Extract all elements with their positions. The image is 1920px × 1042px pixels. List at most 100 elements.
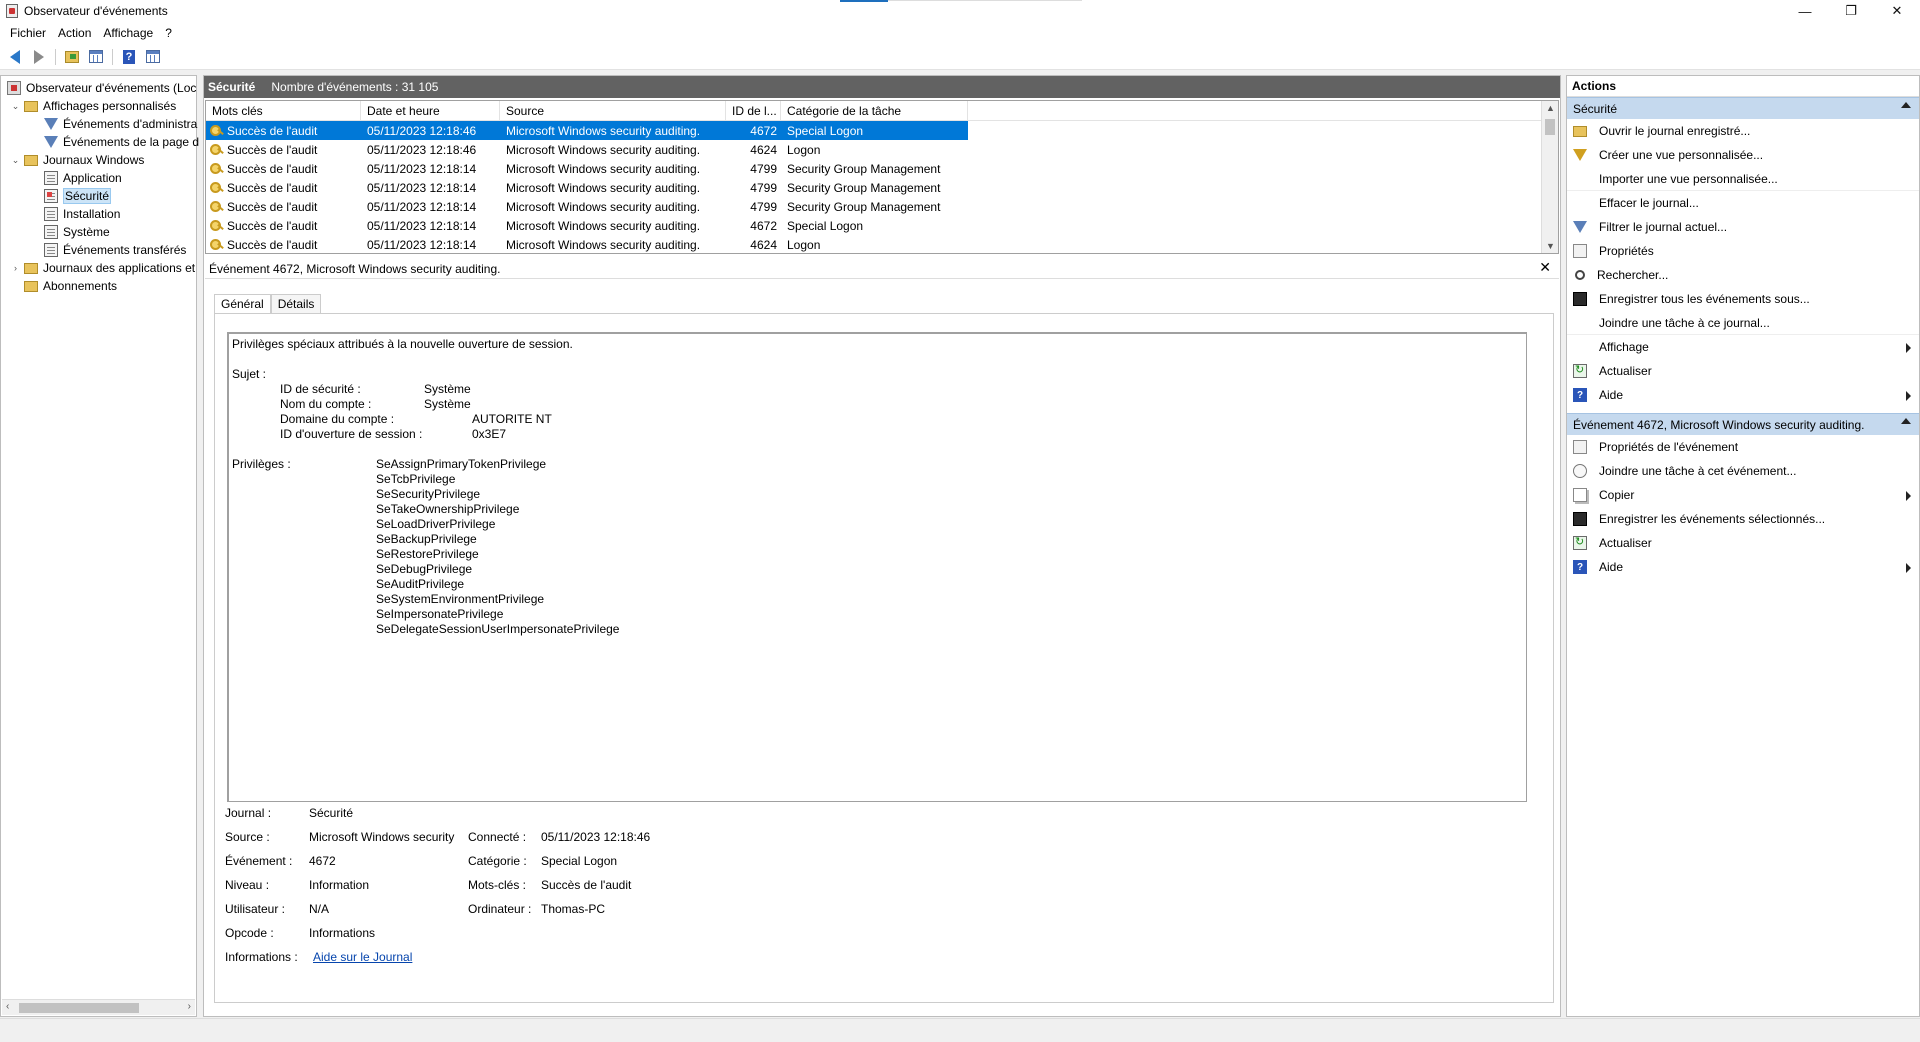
- action-actualiser[interactable]: Actualiser: [1567, 359, 1919, 383]
- cell-text: Succès de l'audit: [227, 142, 318, 157]
- scrollbar-thumb[interactable]: [1545, 119, 1555, 135]
- action-copier[interactable]: Copier: [1567, 483, 1919, 507]
- tree-item-root[interactable]: Observateur d'événements (Loc: [7, 79, 196, 97]
- collapse-icon[interactable]: [1901, 418, 1911, 424]
- tree-item-admin-events[interactable]: Événements d'administra: [44, 115, 197, 133]
- level-value[interactable]: Information: [309, 878, 369, 892]
- keywords-value[interactable]: Succès de l'audit: [541, 878, 631, 892]
- action-ouvrir-le-journal-enregistre[interactable]: Ouvrir le journal enregistré...: [1567, 119, 1919, 143]
- action-creer-une-vue-personnalisee[interactable]: Créer une vue personnalisée...: [1567, 143, 1919, 167]
- restore-button[interactable]: ❐: [1828, 0, 1874, 22]
- table-row[interactable]: Succès de l'audit 05/11/2023 12:18:14 Micr…: [206, 197, 1558, 216]
- tree-item-installation[interactable]: Installation: [44, 205, 120, 223]
- show-hide-tree-button[interactable]: [85, 47, 107, 67]
- action-actualiser[interactable]: Actualiser: [1567, 531, 1919, 555]
- tree-item-application[interactable]: Application: [44, 169, 122, 187]
- tree-item-page-events[interactable]: Événements de la page d: [44, 133, 199, 151]
- tab-general[interactable]: Général: [214, 294, 271, 314]
- tree-item-custom-views[interactable]: ⌄ Affichages personnalisés: [11, 97, 176, 115]
- column-task-category[interactable]: Catégorie de la tâche: [781, 101, 968, 120]
- minimize-button[interactable]: —: [1782, 0, 1828, 22]
- action-filtrer-le-journal-actuel[interactable]: Filtrer le journal actuel...: [1567, 215, 1919, 239]
- table-row[interactable]: Succès de l'audit 05/11/2023 12:18:14 Micr…: [206, 235, 1558, 253]
- cell-keywords: Succès de l'audit: [206, 238, 361, 252]
- table-row[interactable]: Succès de l'audit 05/11/2023 12:18:14 Micr…: [206, 216, 1558, 235]
- collapse-icon[interactable]: [1901, 102, 1911, 108]
- menu-fichier[interactable]: Fichier: [4, 26, 52, 40]
- chevron-down-icon[interactable]: ▼: [1546, 241, 1555, 251]
- forward-button[interactable]: [28, 47, 50, 67]
- tree-item-label: Observateur d'événements (Loc: [26, 81, 197, 95]
- action-proprietes[interactable]: Propriétés: [1567, 239, 1919, 263]
- show-hide-actions-button[interactable]: [142, 47, 164, 67]
- action-joindre-une-tache-a-ce-journal[interactable]: Joindre une tâche à ce journal...: [1567, 311, 1919, 335]
- action-enregistrer-tous-les-evenements-sous[interactable]: Enregistrer tous les événements sous...: [1567, 287, 1919, 311]
- close-button[interactable]: ✕: [1874, 0, 1920, 22]
- chevron-down-icon[interactable]: ⌄: [11, 155, 20, 165]
- up-folder-button[interactable]: [61, 47, 83, 67]
- action-joindre-une-tache-a-cet-evenement[interactable]: Joindre une tâche à cet événement...: [1567, 459, 1919, 483]
- chevron-left-icon[interactable]: ‹: [6, 1001, 9, 1012]
- event-message[interactable]: Privilèges spéciaux attribués à la nouve…: [227, 332, 1527, 802]
- action-enregistrer-les-evenements-selectionnes[interactable]: Enregistrer les événements sélectionnés.…: [1567, 507, 1919, 531]
- table-row[interactable]: Succès de l'audit 05/11/2023 12:18:46 Micr…: [206, 140, 1558, 159]
- action-aide[interactable]: ? Aide: [1567, 555, 1919, 579]
- back-button[interactable]: [4, 47, 26, 67]
- cell-task-category: Security Group Management: [787, 199, 941, 214]
- audit-success-key-icon: [210, 181, 224, 194]
- column-event-id[interactable]: ID de l...: [726, 101, 781, 120]
- tree-horizontal-scrollbar[interactable]: ‹ ›: [2, 999, 195, 1015]
- journal-value[interactable]: Sécurité: [309, 806, 353, 820]
- menu-action[interactable]: Action: [52, 26, 97, 40]
- user-value[interactable]: N/A: [309, 902, 329, 916]
- scrollbar-thumb[interactable]: [19, 1003, 139, 1013]
- action-rechercher[interactable]: Rechercher...: [1567, 263, 1919, 287]
- action-proprietes-de-l-evenement[interactable]: Propriétés de l'événement: [1567, 435, 1919, 459]
- chevron-up-icon[interactable]: ▲: [1546, 103, 1555, 113]
- table-row[interactable]: Succès de l'audit 05/11/2023 12:18:14 Micr…: [206, 159, 1558, 178]
- tree-item-windows-logs[interactable]: ⌄ Journaux Windows: [11, 151, 145, 169]
- source-value[interactable]: Microsoft Windows security: [309, 830, 454, 844]
- cell-event-id: 4624: [750, 142, 777, 157]
- action-label: Rechercher...: [1597, 268, 1669, 282]
- actions-section-event[interactable]: Événement 4672, Microsoft Windows securi…: [1567, 413, 1919, 435]
- connected-value[interactable]: 05/11/2023 12:18:46: [541, 830, 650, 844]
- table-row[interactable]: Succès de l'audit 05/11/2023 12:18:46 Micr…: [206, 121, 968, 140]
- action-affichage[interactable]: Affichage: [1567, 335, 1919, 359]
- menu-help[interactable]: ?: [159, 26, 178, 40]
- help-button[interactable]: ?: [118, 47, 140, 67]
- chevron-down-icon[interactable]: ⌄: [11, 101, 20, 111]
- tab-details[interactable]: Détails: [270, 294, 322, 314]
- close-detail-icon[interactable]: ✕: [1539, 259, 1551, 276]
- action-effacer-le-journal[interactable]: Effacer le journal...: [1567, 191, 1919, 215]
- opcode-label: Opcode :: [225, 926, 274, 940]
- menu-affichage[interactable]: Affichage: [97, 26, 159, 40]
- computer-value[interactable]: Thomas-PC: [541, 902, 605, 916]
- audit-success-key-icon: [210, 238, 224, 251]
- chevron-right-icon[interactable]: ›: [188, 1001, 191, 1012]
- tree-item-subscriptions[interactable]: Abonnements: [24, 277, 117, 295]
- chevron-right-icon[interactable]: ›: [11, 263, 20, 273]
- cell-source: Microsoft Windows security auditing.: [506, 180, 701, 195]
- actions-section-security[interactable]: Sécurité: [1567, 97, 1919, 119]
- tree-item-app-service-logs[interactable]: › Journaux des applications et: [11, 259, 195, 277]
- tree-item-system[interactable]: Système: [44, 223, 110, 241]
- cell-datetime: 05/11/2023 12:18:14: [367, 180, 477, 195]
- tree-item-security[interactable]: Sécurité: [44, 187, 112, 205]
- action-aide[interactable]: ? Aide: [1567, 383, 1919, 407]
- event-id-value[interactable]: 4672: [309, 854, 336, 868]
- column-source[interactable]: Source: [500, 101, 726, 120]
- category-value[interactable]: Special Logon: [541, 854, 617, 868]
- table-row[interactable]: Succès de l'audit 05/11/2023 12:18:14 Micr…: [206, 178, 1558, 197]
- action-importer-une-vue-personnalisee[interactable]: Importer une vue personnalisée...: [1567, 167, 1919, 191]
- column-keywords[interactable]: Mots clés: [206, 101, 361, 120]
- log-help-link[interactable]: Aide sur le Journal: [313, 950, 412, 964]
- event-list-vertical-scrollbar[interactable]: ▲ ▼: [1541, 101, 1558, 253]
- tree-item-label: Abonnements: [43, 279, 118, 293]
- tree-item-forwarded-events[interactable]: Événements transférés: [44, 241, 186, 259]
- cell-source: Microsoft Windows security auditing.: [506, 142, 701, 157]
- opcode-value[interactable]: Informations: [309, 926, 375, 940]
- event-properties-icon: [1573, 440, 1587, 454]
- audit-success-key-icon: [210, 219, 224, 232]
- column-datetime[interactable]: Date et heure: [361, 101, 500, 120]
